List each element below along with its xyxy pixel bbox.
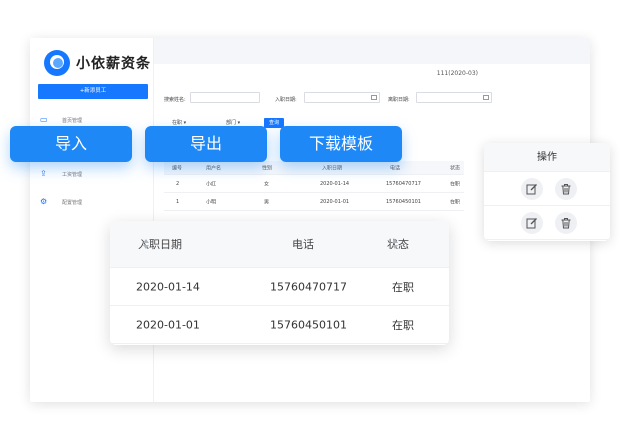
- column-header-label: 状态: [387, 238, 409, 251]
- table-cell: 2: [176, 180, 180, 187]
- edit-icon: [526, 218, 537, 229]
- table-cell: 2020-01-01: [136, 318, 200, 331]
- leave-date-label: 离职日期:: [388, 97, 410, 103]
- table-row[interactable]: 2020-01-01 15760450101 在职: [110, 306, 449, 344]
- download-template-button[interactable]: 下载模板: [280, 126, 402, 162]
- table-cell: 2020-01-14: [136, 280, 200, 293]
- name-filter-label: 搜索姓名:: [164, 97, 186, 103]
- sidebar-item-home[interactable]: ▭ 首页管理: [40, 116, 82, 124]
- table-cell: 2020-01-14: [320, 180, 350, 187]
- table-cell: 在职: [450, 181, 461, 187]
- table-header: 编号 用户名 性别 入职日期 电话 状态: [164, 161, 464, 175]
- table-cell: 1: [176, 198, 180, 205]
- table-cell: 小红: [206, 181, 217, 187]
- table-cell: 15760470717: [270, 280, 347, 293]
- edit-button[interactable]: [521, 212, 543, 234]
- gear-icon: ⚙: [40, 197, 48, 206]
- upload-icon: ⇪: [40, 169, 47, 178]
- table-row[interactable]: 2020-01-14 15760470717 在职: [110, 268, 449, 306]
- logo-text: 小依薪资条: [76, 56, 151, 72]
- hire-date-input[interactable]: [304, 92, 380, 103]
- action-row: [484, 172, 610, 206]
- edit-icon: [526, 184, 537, 195]
- sidebar: 小依薪资条 +新添员工 ▭ 首页管理 ⇪ 工资管理 ⚙ 配置管理: [30, 38, 154, 402]
- calendar-icon: [371, 95, 377, 100]
- delete-button[interactable]: [555, 178, 577, 200]
- calendar-icon: [483, 95, 489, 100]
- action-row: [484, 206, 610, 240]
- table-cell: 在职: [392, 318, 414, 332]
- table-cell: 15760450101: [386, 198, 421, 205]
- hire-date-label: 入职日期:: [275, 97, 297, 103]
- table-cell: 15760470717: [386, 180, 421, 187]
- sidebar-item-label: 工资管理: [62, 171, 83, 178]
- sidebar-item-label: 首页管理: [62, 117, 83, 124]
- top-bar: [154, 38, 590, 64]
- table-row[interactable]: 2 小红 女 2020-01-14 15760470717 在职: [164, 175, 464, 193]
- employee-table: 编号 用户名 性别 入职日期 电话 状态 2 小红 女 2020-01-14 1…: [164, 161, 464, 211]
- trash-icon: [561, 218, 571, 229]
- table-cell: 在职: [392, 280, 414, 294]
- action-card: 操作: [484, 143, 610, 241]
- phone-column-header: 电话: [292, 238, 314, 251]
- leave-date-input[interactable]: [416, 92, 492, 103]
- add-employee-button[interactable]: +新添员工: [38, 84, 148, 99]
- edit-button[interactable]: [521, 178, 543, 200]
- sort-icon: [143, 239, 149, 249]
- sidebar-item-salary[interactable]: ⇪ 工资管理: [40, 170, 82, 178]
- logo-icon: [44, 50, 70, 76]
- stage: 小依薪资条 +新添员工 ▭ 首页管理 ⇪ 工资管理 ⚙ 配置管理 111(202…: [0, 0, 620, 440]
- table-cell: 2020-01-01: [320, 198, 350, 205]
- table-cell: 在职: [450, 199, 461, 205]
- table-cell: 小明: [206, 199, 217, 205]
- export-button[interactable]: 导出: [145, 126, 267, 162]
- table-cell: 男: [264, 199, 270, 205]
- action-card-title: 操作: [484, 143, 610, 172]
- breadcrumb: 111(2020-03): [436, 70, 478, 77]
- delete-button[interactable]: [555, 212, 577, 234]
- column-header: 性别: [262, 165, 273, 171]
- table-cell: 女: [264, 181, 270, 187]
- import-button[interactable]: 导入: [10, 126, 132, 162]
- logo: 小依薪资条: [44, 50, 151, 76]
- sidebar-item-label: 配置管理: [62, 199, 83, 206]
- trash-icon: [561, 184, 571, 195]
- column-header: 电话: [390, 165, 401, 171]
- column-header: 用户名: [206, 165, 222, 171]
- zoomed-table-header: 入职日期 电话 状态: [110, 221, 449, 268]
- column-header: 编号: [172, 165, 183, 171]
- sort-icon: [392, 239, 398, 249]
- zoomed-table-card: 入职日期 电话 状态 2020-01-14 15760470717 在职 202…: [110, 221, 449, 345]
- column-header: 入职日期: [322, 165, 343, 171]
- query-button[interactable]: 查询: [264, 118, 284, 128]
- column-header: 状态: [450, 165, 461, 171]
- table-row[interactable]: 1 小明 男 2020-01-01 15760450101 在职: [164, 193, 464, 211]
- monitor-icon: ▭: [40, 115, 48, 124]
- name-filter-input[interactable]: [190, 92, 260, 103]
- table-cell: 15760450101: [270, 318, 347, 331]
- sidebar-item-config[interactable]: ⚙ 配置管理: [40, 198, 82, 206]
